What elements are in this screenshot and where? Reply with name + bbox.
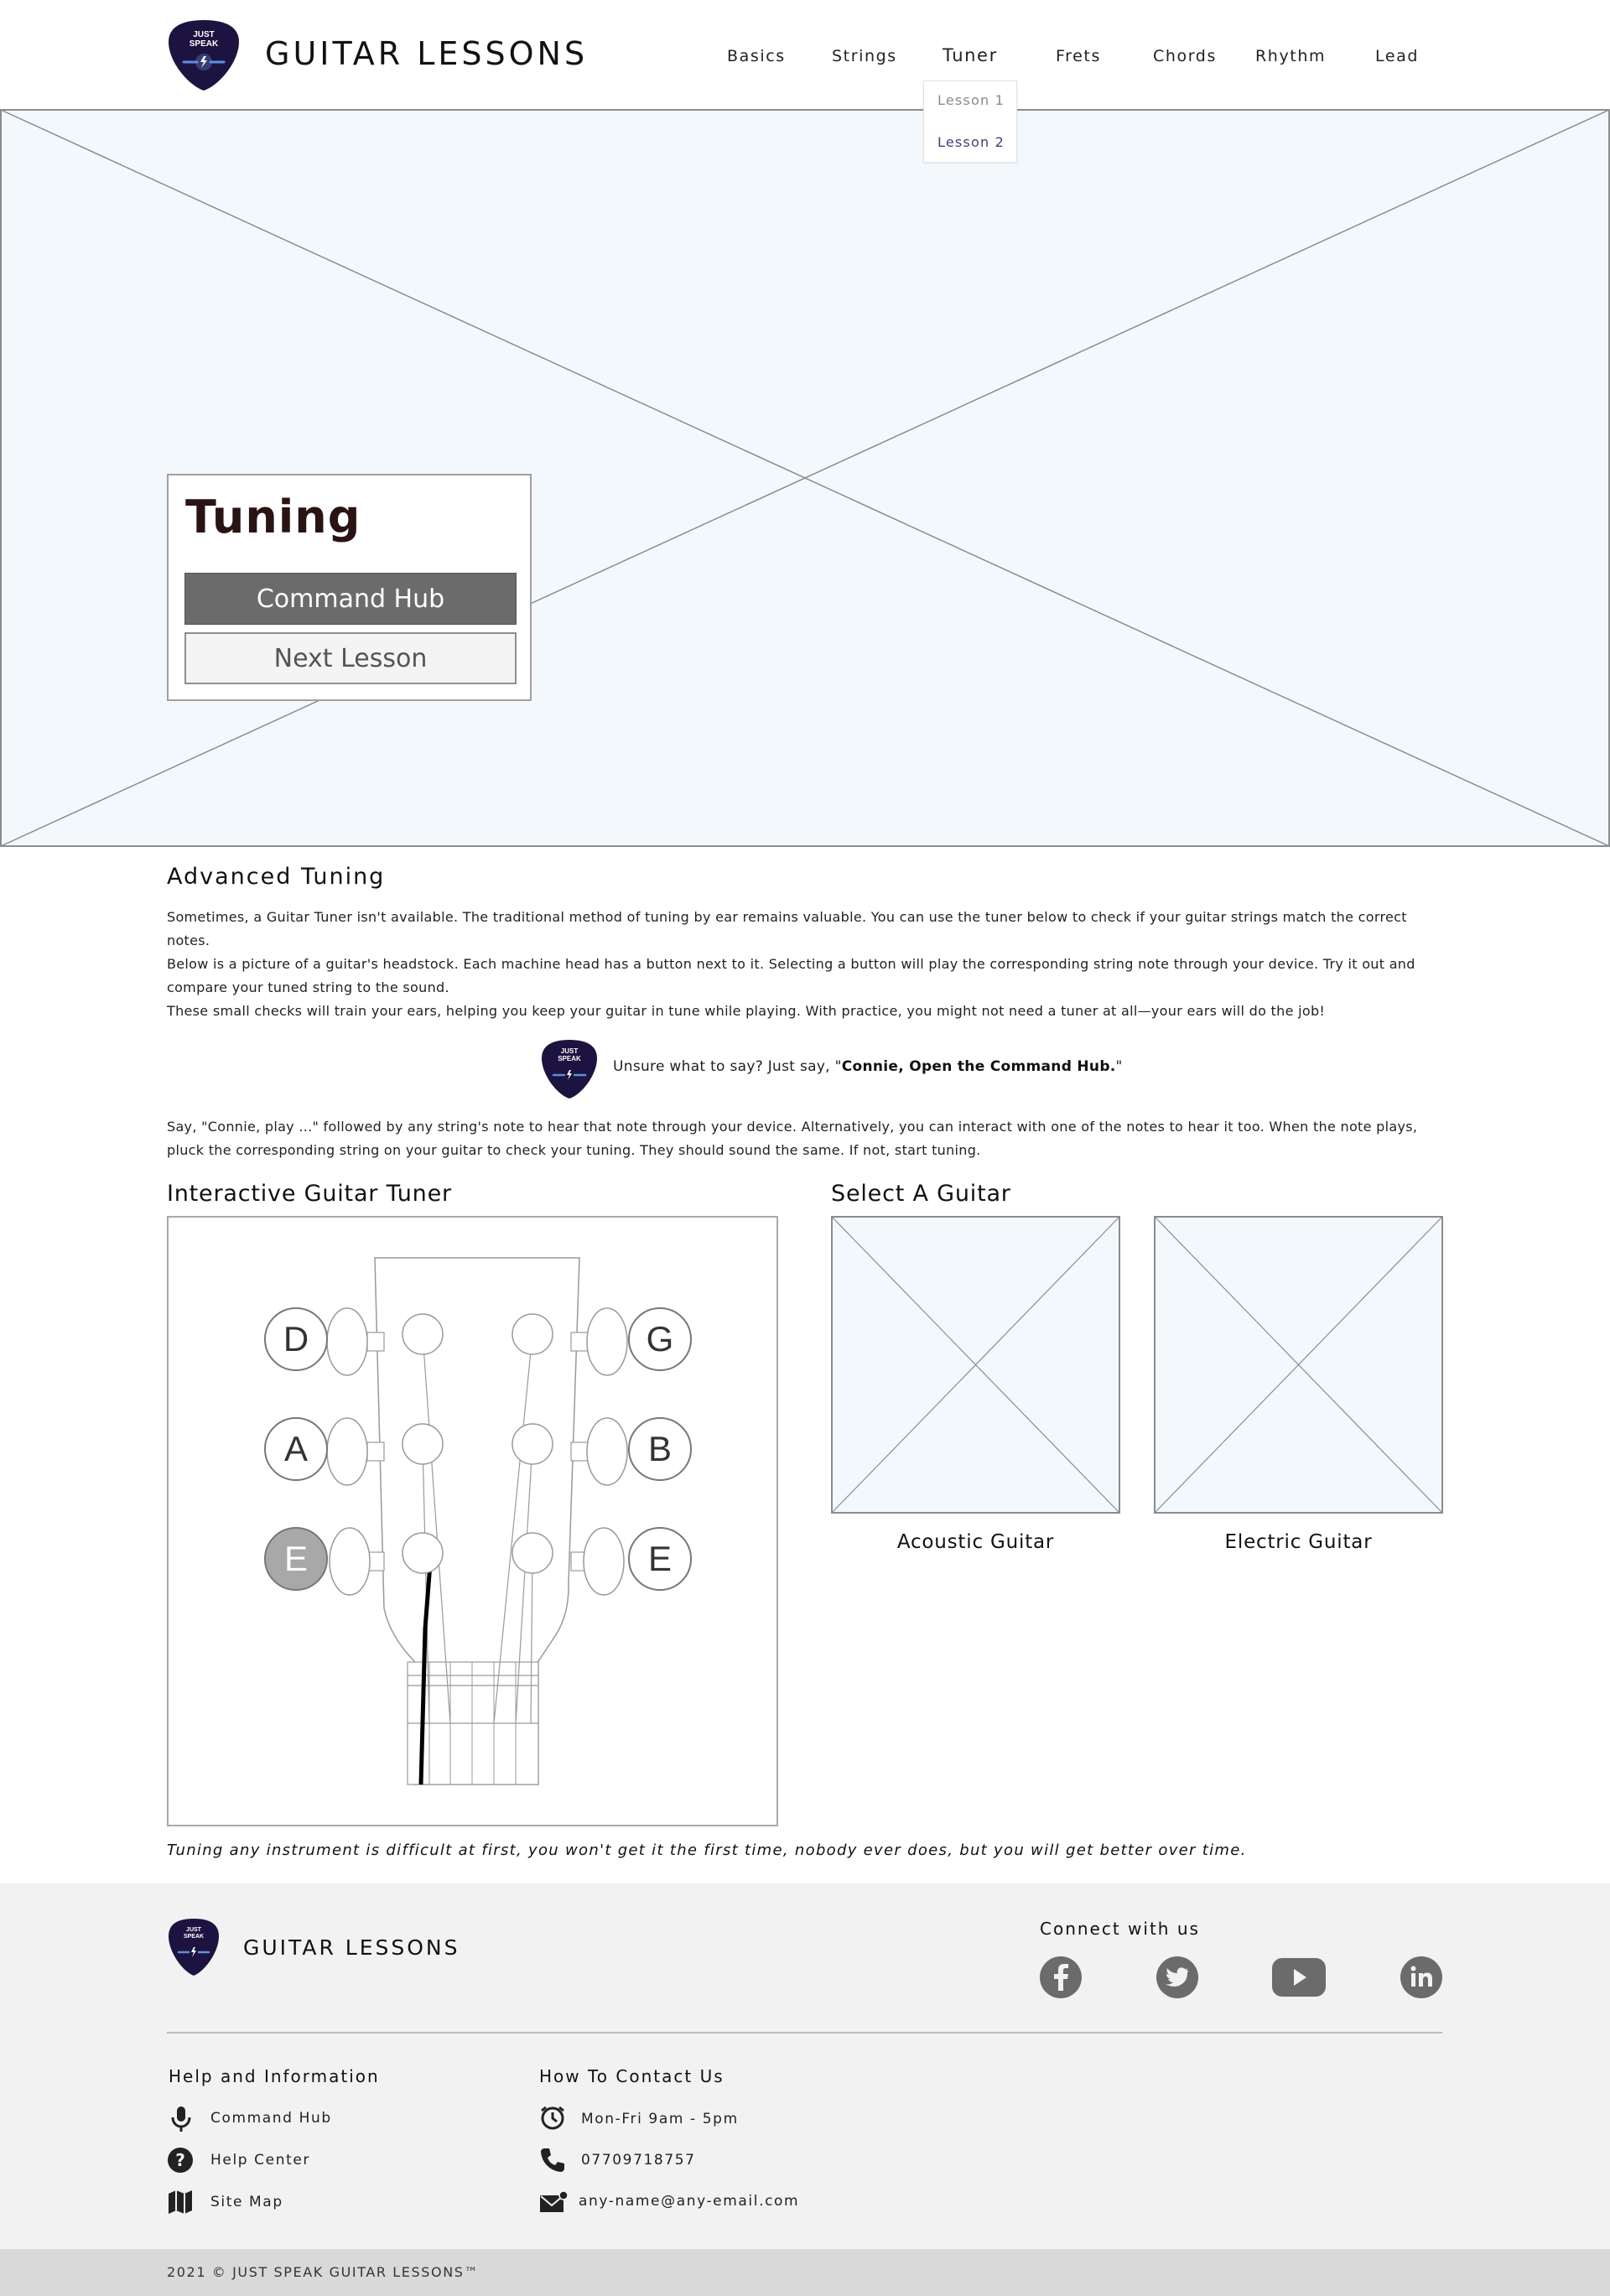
hero-banner: Tuning Command Hub Next Lesson — [0, 109, 1610, 847]
nav-rhythm[interactable]: Rhythm — [1255, 47, 1326, 65]
footer-divider — [167, 2032, 1442, 2034]
copyright-text: 2021 © JUST SPEAK GUITAR LESSONS™ — [167, 2264, 480, 2280]
note-label-d: D — [283, 1319, 309, 1358]
hero-card: Tuning Command Hub Next Lesson — [167, 474, 532, 701]
instructions-paragraph: Say, "Connie, play ..." followed by any … — [167, 1119, 1418, 1158]
voice-tip: Unsure what to say? Just say, "Connie, O… — [613, 1058, 1123, 1075]
phone-icon — [541, 2148, 564, 2172]
email-icon — [540, 2190, 568, 2212]
page-title: Tuning — [185, 491, 361, 543]
next-lesson-button[interactable]: Next Lesson — [184, 632, 517, 684]
contact-hours: Mon-Fri 9am - 5pm — [581, 2111, 739, 2127]
select-guitar-title: Select A Guitar — [831, 1181, 1011, 1207]
headstock-paragraph: Below is a picture of a guitar's headsto… — [167, 956, 1415, 995]
site-footer: JUST SPEAK GUITAR LESSONS Connect with u… — [0, 1883, 1610, 2249]
svg-text:?: ? — [175, 2150, 185, 2170]
linkedin-icon[interactable] — [1400, 1956, 1443, 1999]
footer-logo-text-2: SPEAK — [184, 1934, 204, 1940]
footer-logo-text-1: JUST — [186, 1927, 202, 1933]
map-icon — [169, 2190, 192, 2214]
command-hub-button[interactable]: Command Hub — [184, 573, 517, 625]
assistant-logo-icon: JUST SPEAK — [542, 1040, 597, 1099]
training-paragraph: These small checks will train your ears,… — [167, 1003, 1326, 1019]
logo-icon[interactable]: JUST SPEAK — [167, 18, 241, 92]
acoustic-guitar-label[interactable]: Acoustic Guitar — [831, 1531, 1120, 1553]
assistant-logo-text-2: SPEAK — [558, 1055, 581, 1062]
footer-link-command-hub[interactable]: Command Hub — [210, 2110, 332, 2127]
facebook-icon[interactable] — [1039, 1956, 1083, 1999]
tuner-title: Interactive Guitar Tuner — [167, 1181, 452, 1207]
logo-text-2: SPEAK — [190, 39, 219, 49]
nav-strings[interactable]: Strings — [832, 47, 897, 65]
clock-icon — [541, 2106, 564, 2130]
intro-paragraph: Sometimes, a Guitar Tuner isn't availabl… — [167, 909, 1407, 948]
youtube-icon[interactable] — [1271, 1956, 1327, 1999]
assistant-logo-text-1: JUST — [561, 1047, 579, 1055]
tuner-dropdown-menu: Lesson 1 Lesson 2 — [923, 81, 1017, 163]
voice-tip-command: Connie, Open the Command Hub. — [841, 1058, 1116, 1075]
nav-frets[interactable]: Frets — [1056, 47, 1101, 65]
footer-link-site-map[interactable]: Site Map — [210, 2194, 283, 2210]
acoustic-guitar-image[interactable] — [831, 1216, 1120, 1514]
contact-email[interactable]: any-name@any-email.com — [579, 2193, 799, 2210]
voice-tip-prefix: Unsure what to say? Just say, " — [613, 1058, 842, 1075]
footer-brand[interactable]: GUITAR LESSONS — [243, 1935, 460, 1960]
contact-title: How To Contact Us — [539, 2066, 724, 2086]
footer-link-help-center[interactable]: Help Center — [210, 2152, 310, 2169]
twitter-icon[interactable] — [1156, 1956, 1199, 1999]
nav-chords[interactable]: Chords — [1153, 47, 1217, 65]
microphone-icon — [171, 2106, 191, 2132]
brand-title[interactable]: GUITAR LESSONS — [265, 35, 588, 72]
section-title: Advanced Tuning — [167, 864, 386, 890]
help-title: Help and Information — [169, 2066, 380, 2086]
note-label-a: A — [284, 1429, 308, 1468]
dropdown-item-lesson-2[interactable]: Lesson 2 — [924, 134, 1018, 150]
interactive-tuner: D A E G B E — [167, 1216, 778, 1826]
help-circle-icon: ? — [168, 2148, 193, 2173]
site-header: JUST SPEAK GUITAR LESSONS Basics Strings… — [0, 0, 1610, 109]
footer-logo-icon[interactable]: JUST SPEAK — [167, 1917, 221, 1977]
electric-guitar-image[interactable] — [1154, 1216, 1443, 1514]
note-button-d[interactable]: D — [264, 1307, 328, 1371]
connect-title: Connect with us — [1040, 1919, 1200, 1939]
electric-image-placeholder — [1154, 1216, 1443, 1514]
nav-tuner[interactable]: Tuner — [943, 45, 998, 65]
nav-basics[interactable]: Basics — [727, 47, 786, 65]
headstock-diagram: D A E G B E — [264, 1257, 692, 1785]
note-button-low-e[interactable]: E — [264, 1527, 328, 1591]
note-button-a[interactable]: A — [264, 1417, 328, 1481]
note-label-g: G — [647, 1319, 674, 1358]
dropdown-item-lesson-1[interactable]: Lesson 1 — [924, 92, 1018, 108]
acoustic-image-placeholder — [831, 1216, 1120, 1514]
note-label-b: B — [648, 1429, 672, 1468]
note-label-high-e: E — [648, 1539, 672, 1578]
voice-tip-suffix: " — [1115, 1058, 1123, 1075]
contact-phone[interactable]: 07709718757 — [581, 2152, 696, 2169]
note-label-low-e: E — [284, 1539, 308, 1578]
nav-lead[interactable]: Lead — [1375, 47, 1419, 65]
note-button-b[interactable]: B — [628, 1417, 692, 1481]
logo-text-1: JUST — [193, 30, 215, 39]
copyright-bar: 2021 © JUST SPEAK GUITAR LESSONS™ — [0, 2249, 1610, 2296]
note-button-g[interactable]: G — [628, 1307, 692, 1371]
encouragement-quote: Tuning any instrument is difficult at fi… — [167, 1841, 1247, 1859]
note-button-high-e[interactable]: E — [628, 1527, 692, 1591]
electric-guitar-label[interactable]: Electric Guitar — [1154, 1531, 1443, 1553]
